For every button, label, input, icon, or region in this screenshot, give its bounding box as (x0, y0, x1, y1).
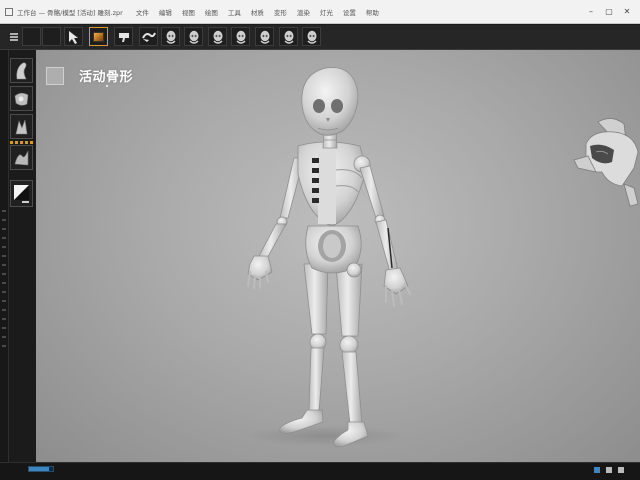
rail-tick (2, 309, 6, 311)
rail-tick (2, 291, 6, 293)
head-preset-6-button[interactable] (279, 27, 298, 46)
menu-items: 文件 编辑 视图 绘图 工具 材质 变形 渲染 灯光 设置 帮助 (131, 7, 580, 17)
rail-tick (2, 300, 6, 302)
brush-move-icon (14, 92, 29, 106)
notification-icon (618, 467, 624, 473)
material-swatch[interactable] (46, 67, 64, 85)
head-preset-2-button[interactable] (184, 27, 203, 46)
texture-icon (92, 31, 104, 42)
menu-item-4[interactable]: 工具 (223, 7, 246, 17)
stroke-button[interactable] (139, 27, 158, 46)
head-preset-5-button[interactable] (255, 27, 274, 46)
head-preset-7-button[interactable] (302, 27, 321, 46)
menu-item-0[interactable]: 文件 (131, 7, 154, 17)
brush-standard-icon (16, 62, 27, 80)
rail-tick (2, 255, 6, 257)
menu-bar: 工作台 — 骨骼/模型 [活动] 雕刻.zpr 文件 编辑 视图 绘图 工具 材质 变形 渲染… (0, 0, 640, 24)
menu-item-1[interactable]: 编辑 (154, 7, 177, 17)
minimize-button[interactable]: – (584, 5, 598, 19)
skeleton-figure[interactable] (36, 50, 640, 462)
tool-material[interactable] (10, 180, 33, 207)
head-icon (188, 30, 199, 44)
menu-item-7[interactable]: 渲染 (292, 7, 315, 17)
menu-item-6[interactable]: 变形 (269, 7, 292, 17)
rail-tick (2, 210, 6, 212)
select-tool-button[interactable] (64, 27, 83, 46)
progress-bar (28, 466, 54, 472)
menu-item-2[interactable]: 视图 (177, 7, 200, 17)
close-button[interactable]: ✕ (620, 5, 634, 19)
menu-item-10[interactable]: 帮助 (361, 7, 384, 17)
head-preset-3-button[interactable] (208, 27, 227, 46)
texture-button[interactable] (89, 27, 108, 46)
menu-item-3[interactable]: 绘图 (200, 7, 223, 17)
head-icon (212, 30, 223, 44)
head-icon (259, 30, 270, 44)
progress-fill (29, 467, 50, 471)
rail-tick (2, 264, 6, 266)
head-icon (306, 30, 317, 44)
brush-smooth-icon (14, 150, 29, 166)
tool-separator (10, 141, 33, 144)
rail-tick (2, 273, 6, 275)
rail-tick (2, 345, 6, 347)
toolbar-slot-1[interactable] (22, 27, 41, 46)
left-rail (0, 50, 9, 462)
menu-item-5[interactable]: 材质 (246, 7, 269, 17)
rail-tick (2, 282, 6, 284)
rail-tick (2, 237, 6, 239)
rail-tick (2, 336, 6, 338)
rail-tick (2, 327, 6, 329)
network-icon (594, 467, 600, 473)
material-icon (14, 185, 29, 203)
rail-tick (2, 219, 6, 221)
toolbar (0, 25, 640, 50)
window-controls: – ▢ ✕ (580, 5, 634, 19)
volume-icon (606, 467, 612, 473)
brush-clay-icon (15, 119, 28, 135)
maximize-button[interactable]: ▢ (602, 5, 616, 19)
tool-move-brush[interactable] (10, 86, 33, 111)
rail-tick (2, 318, 6, 320)
toolbar-menu-icon[interactable] (4, 27, 23, 46)
brush-button[interactable] (114, 27, 133, 46)
menu-item-9[interactable]: 设置 (338, 7, 361, 17)
status-bar (0, 462, 640, 480)
stroke-icon (141, 32, 156, 42)
pointer-icon (68, 30, 78, 44)
app-icon (5, 7, 13, 16)
brush-icon (118, 32, 129, 42)
viewport-title: 活动骨形 (79, 70, 134, 85)
head-icon (235, 30, 246, 44)
head-preset-4-button[interactable] (231, 27, 250, 46)
orientation-helmet-icon[interactable] (568, 112, 640, 212)
window-title: 工作台 — 骨骼/模型 [活动] 雕刻.zpr (17, 8, 123, 17)
tool-smooth-brush[interactable] (10, 145, 33, 170)
head-icon (165, 30, 176, 44)
viewport[interactable] (36, 50, 640, 462)
menu-item-8[interactable]: 灯光 (315, 7, 338, 17)
head-icon (283, 30, 294, 44)
rail-tick (2, 246, 6, 248)
rail-tick (2, 228, 6, 230)
tool-clay-brush[interactable] (10, 114, 33, 139)
toolbar-slot-2[interactable] (42, 27, 61, 46)
cursor-dot (106, 85, 108, 87)
head-preset-1-button[interactable] (161, 27, 180, 46)
tool-standard-brush[interactable] (10, 58, 33, 83)
